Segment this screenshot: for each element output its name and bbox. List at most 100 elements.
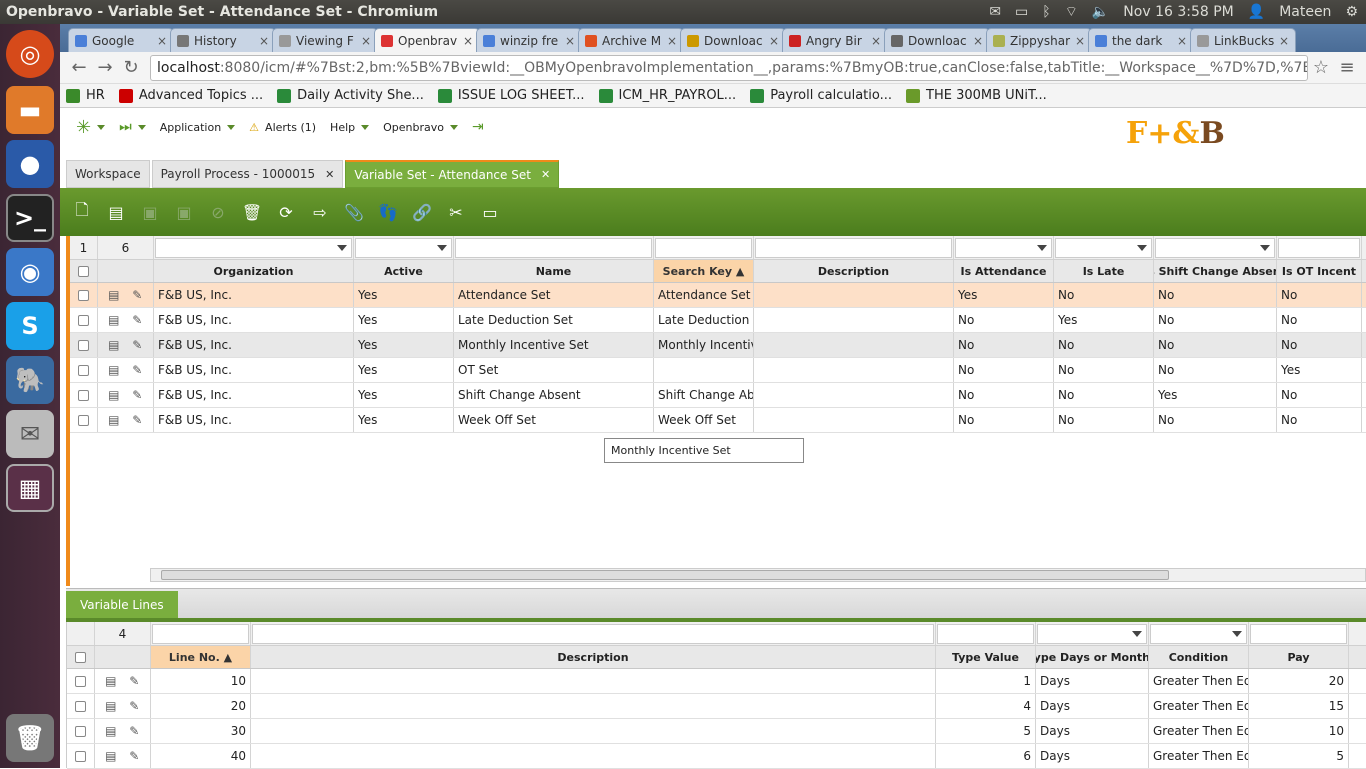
table-cell[interactable]: F&B US, Inc. [154, 333, 354, 357]
browser-tab[interactable]: Zippyshar × [986, 28, 1092, 52]
bookmark-star-icon[interactable]: ☆ [1308, 57, 1334, 78]
table-row[interactable]: ▤ ✎ F&B US, Inc. Yes Shift Change Absent Shif… [70, 383, 1366, 408]
filter-input[interactable] [755, 237, 952, 258]
table-cell[interactable] [654, 358, 754, 382]
save-icon[interactable]: ▣ [136, 198, 164, 226]
document-icon[interactable]: ▤ [105, 699, 117, 713]
table-cell[interactable]: Greater Then Eq [1149, 669, 1249, 693]
edit-pencil-icon[interactable]: ✎ [128, 674, 140, 688]
table-cell[interactable]: Yes [354, 383, 454, 407]
help-menu[interactable]: Help [330, 121, 370, 134]
filter-cell[interactable] [154, 236, 354, 259]
table-cell[interactable]: No [1277, 333, 1362, 357]
close-tab-icon[interactable]: × [1177, 34, 1187, 48]
browser-tab[interactable]: History × [170, 28, 276, 52]
dropdown-arrow-icon[interactable] [337, 244, 347, 251]
table-cell[interactable]: No [1054, 408, 1154, 432]
table-cell[interactable]: 6 [936, 744, 1036, 768]
browser-tab[interactable]: Archive M × [578, 28, 684, 52]
filter-cell[interactable] [654, 236, 754, 259]
app-tab[interactable]: Workspace [66, 160, 150, 188]
table-cell[interactable] [754, 308, 954, 332]
filter-cell[interactable] [1036, 622, 1149, 645]
table-cell[interactable]: 40 [151, 744, 251, 768]
column-header[interactable]: Search Key ▲ [654, 260, 754, 282]
table-row[interactable]: ▤ ✎ F&B US, Inc. Yes Late Deduction Set Late … [70, 308, 1366, 333]
table-cell[interactable]: Attendance Set [454, 283, 654, 307]
browser-tab[interactable]: Openbrav × [374, 28, 480, 52]
filter-cell[interactable] [754, 236, 954, 259]
table-cell[interactable]: No [1277, 408, 1362, 432]
bookmark-item[interactable]: ISSUE LOG SHEET... [437, 88, 585, 103]
browser-tab[interactable]: Angry Bir × [782, 28, 888, 52]
browser-tab[interactable]: LinkBucks × [1190, 28, 1296, 52]
ubuntu-dash-icon[interactable]: ◎ [6, 30, 54, 78]
column-header[interactable]: Description [251, 646, 936, 668]
link-icon[interactable]: 🔗 [408, 198, 436, 226]
table-row[interactable]: ▤ ✎ F&B US, Inc. Yes Week Off Set Week Off Se… [70, 408, 1366, 433]
table-cell[interactable]: No [1154, 283, 1277, 307]
column-header[interactable]: Is OT Incent [1277, 260, 1362, 282]
column-header[interactable]: Active [354, 260, 454, 282]
table-cell[interactable]: No [1154, 308, 1277, 332]
filter-cell[interactable] [936, 622, 1036, 645]
bookmark-item[interactable]: Payroll calculatio... [750, 88, 892, 103]
dropdown-arrow-icon[interactable] [437, 244, 447, 251]
browser-tab[interactable]: the dark × [1088, 28, 1194, 52]
table-cell[interactable] [251, 669, 936, 693]
filter-input[interactable] [455, 237, 652, 258]
browser-tab[interactable]: Downloac × [680, 28, 786, 52]
table-cell[interactable]: Days [1036, 669, 1149, 693]
column-header[interactable]: Name [454, 260, 654, 282]
column-header[interactable]: Is Late [1054, 260, 1154, 282]
table-cell[interactable]: 4 [936, 694, 1036, 718]
table-cell[interactable]: Yes [354, 408, 454, 432]
row-checkbox[interactable] [75, 675, 86, 687]
column-header[interactable]: Condition [1149, 646, 1249, 668]
table-cell[interactable]: Monthly Incentive [654, 333, 754, 357]
document-icon[interactable]: ▤ [105, 674, 117, 688]
table-cell[interactable]: No [1154, 358, 1277, 382]
firefox-icon[interactable]: ● [6, 140, 54, 188]
close-tab-icon[interactable]: × [565, 34, 575, 48]
table-cell[interactable]: Week Off Set [454, 408, 654, 432]
row-checkbox[interactable] [78, 289, 89, 301]
address-bar[interactable]: localhost :8080/icm/#%7Bst:2,bm:%5B%7Bvi… [150, 54, 1308, 81]
table-cell[interactable]: No [1054, 383, 1154, 407]
export-icon[interactable]: ⇨ [306, 198, 334, 226]
table-cell[interactable]: Yes [1154, 383, 1277, 407]
filter-cell[interactable] [1149, 622, 1249, 645]
filter-input[interactable] [1278, 237, 1360, 258]
table-cell[interactable] [754, 408, 954, 432]
table-cell[interactable]: Week Off Set [654, 408, 754, 432]
table-cell[interactable]: No [1154, 408, 1277, 432]
column-header[interactable]: Pay [1249, 646, 1349, 668]
document-icon[interactable]: ▤ [105, 724, 117, 738]
mail-client-icon[interactable]: ✉ [6, 410, 54, 458]
table-cell[interactable]: Greater Then Eq [1149, 694, 1249, 718]
filter-input[interactable] [655, 237, 752, 258]
table-cell[interactable]: Yes [1277, 358, 1362, 382]
table-cell[interactable]: No [954, 383, 1054, 407]
filter-input[interactable] [937, 623, 1034, 644]
clock[interactable]: Nov 16 3:58 PM [1123, 4, 1233, 20]
table-cell[interactable]: No [954, 333, 1054, 357]
new-row-icon[interactable]: ▤ [102, 198, 130, 226]
table-cell[interactable]: No [1277, 383, 1362, 407]
new-document-icon[interactable]: 🗋 [68, 198, 96, 226]
document-icon[interactable]: ▤ [105, 749, 117, 763]
edit-pencil-icon[interactable]: ✎ [131, 338, 143, 352]
table-cell[interactable]: OT Set [454, 358, 654, 382]
table-cell[interactable] [754, 383, 954, 407]
save-close-icon[interactable]: ▣ [170, 198, 198, 226]
table-cell[interactable]: No [1277, 283, 1362, 307]
table-cell[interactable] [251, 744, 936, 768]
filter-input[interactable] [1055, 237, 1152, 258]
edit-pencil-icon[interactable]: ✎ [131, 413, 143, 427]
table-cell[interactable] [754, 283, 954, 307]
filter-input[interactable] [1150, 623, 1247, 644]
table-cell[interactable]: F&B US, Inc. [154, 358, 354, 382]
skype-icon[interactable]: S [6, 302, 54, 350]
select-all-checkbox[interactable] [75, 651, 86, 663]
close-tab-icon[interactable]: × [1075, 34, 1085, 48]
